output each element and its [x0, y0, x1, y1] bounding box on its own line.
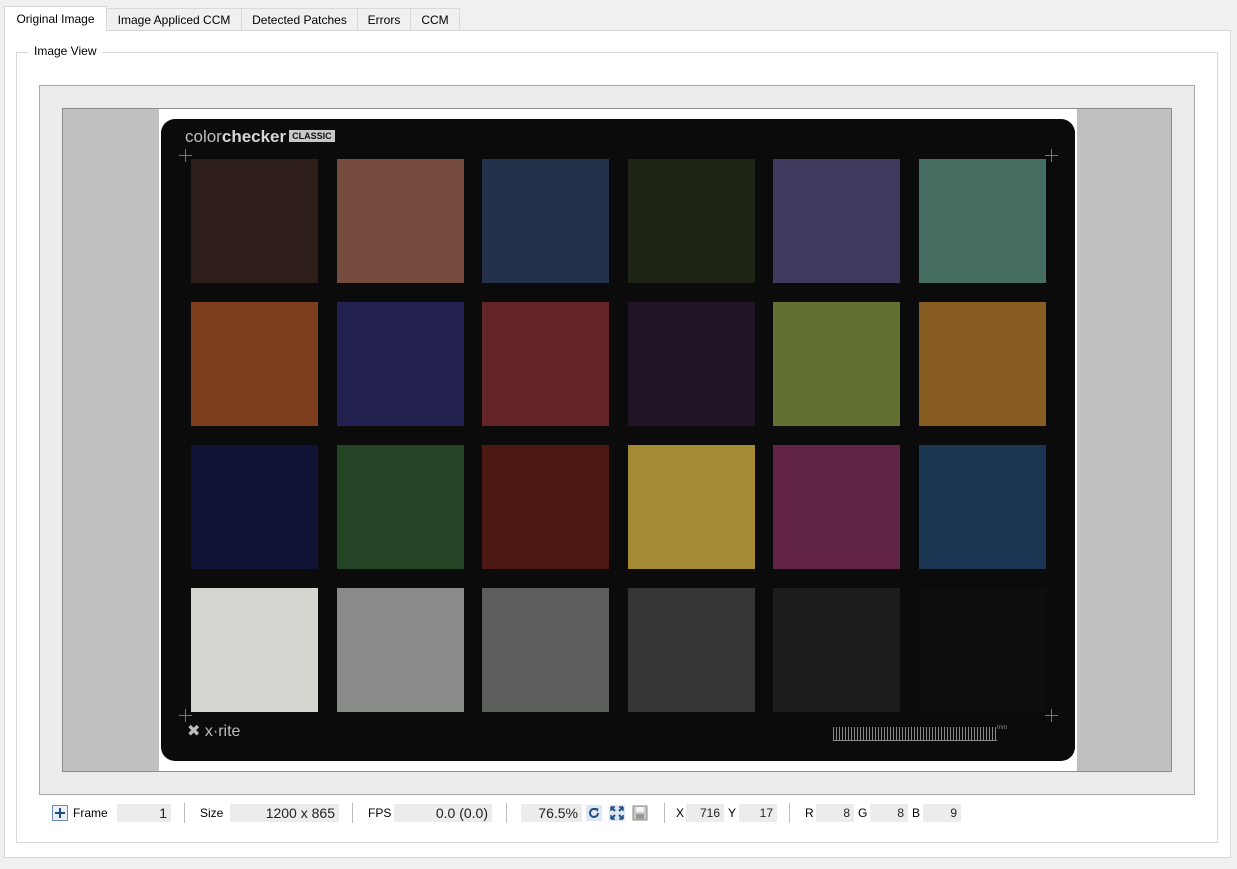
color-patch: [191, 445, 318, 569]
g-label: G: [858, 806, 868, 820]
color-patch: [773, 302, 900, 426]
zoom-field[interactable]: 76.5%: [521, 804, 582, 822]
color-patch: [337, 588, 464, 712]
size-field: 1200 x 865: [230, 804, 339, 822]
color-patch: [482, 159, 609, 283]
registration-mark-icon: [1045, 149, 1058, 162]
color-patch: [773, 159, 900, 283]
xrite-logo: ✖ x·rite: [187, 723, 241, 740]
frame-label: Frame: [73, 806, 108, 820]
color-patch: [773, 445, 900, 569]
save-icon[interactable]: [632, 805, 648, 821]
color-patch: [482, 445, 609, 569]
colorchecker-card: colorchecker CLASSIC ✖ x·rite mm: [161, 119, 1075, 761]
ruler-unit: mm: [997, 725, 1007, 731]
scale-ruler: [833, 727, 997, 741]
registration-mark-icon: [1045, 709, 1058, 722]
color-patch: [919, 588, 1046, 712]
b-label: B: [912, 806, 921, 820]
colorchecker-photo: colorchecker CLASSIC ✖ x·rite mm: [159, 109, 1077, 771]
color-patch: [628, 588, 755, 712]
separator: [664, 803, 665, 823]
refresh-icon[interactable]: [586, 805, 602, 821]
tab-detected-patches[interactable]: Detected Patches: [241, 8, 358, 30]
separator: [352, 803, 353, 823]
g-value-field: 8: [870, 804, 908, 822]
fit-to-window-icon[interactable]: [609, 805, 625, 821]
color-patch: [337, 445, 464, 569]
size-label: Size: [200, 806, 224, 820]
color-patch: [337, 159, 464, 283]
x-label: X: [676, 806, 685, 820]
color-patch: [628, 159, 755, 283]
b-value-field: 9: [923, 804, 961, 822]
y-coordinate-field: 17: [739, 804, 777, 822]
color-patch: [191, 302, 318, 426]
separator: [789, 803, 790, 823]
xrite-mark-icon: ✖: [187, 723, 201, 740]
color-patch: [773, 588, 900, 712]
tab-errors[interactable]: Errors: [357, 8, 411, 30]
color-patch: [337, 302, 464, 426]
tab-image-applied-ccm[interactable]: Image Appliced CCM: [106, 8, 242, 30]
tab-ccm[interactable]: CCM: [410, 8, 460, 30]
r-label: R: [805, 806, 814, 820]
r-value-field: 8: [816, 804, 854, 822]
add-icon[interactable]: [52, 805, 68, 821]
separator: [506, 803, 507, 823]
tab-original-image[interactable]: Original Image: [4, 6, 107, 31]
group-title: Image View: [28, 43, 103, 59]
color-patch: [628, 445, 755, 569]
color-patch: [919, 445, 1046, 569]
color-patch: [482, 588, 609, 712]
image-viewport[interactable]: colorchecker CLASSIC ✖ x·rite mm: [62, 108, 1172, 772]
fps-label: FPS: [368, 806, 392, 820]
color-patch: [191, 159, 318, 283]
fps-field: 0.0 (0.0): [394, 804, 492, 822]
y-label: Y: [728, 806, 737, 820]
x-coordinate-field: 716: [686, 804, 724, 822]
tab-bar: Original Image Image Appliced CCM Detect…: [0, 0, 1237, 31]
separator: [184, 803, 185, 823]
color-patch: [919, 159, 1046, 283]
color-patch: [482, 302, 609, 426]
color-patch: [628, 302, 755, 426]
color-patch: [919, 302, 1046, 426]
frame-field[interactable]: 1: [117, 804, 171, 822]
status-toolbar: Frame 1 Size 1200 x 865 FPS 0.0 (0.0) 76…: [0, 800, 1237, 826]
colorchecker-logo: colorchecker CLASSIC: [185, 127, 335, 147]
color-patch: [191, 588, 318, 712]
